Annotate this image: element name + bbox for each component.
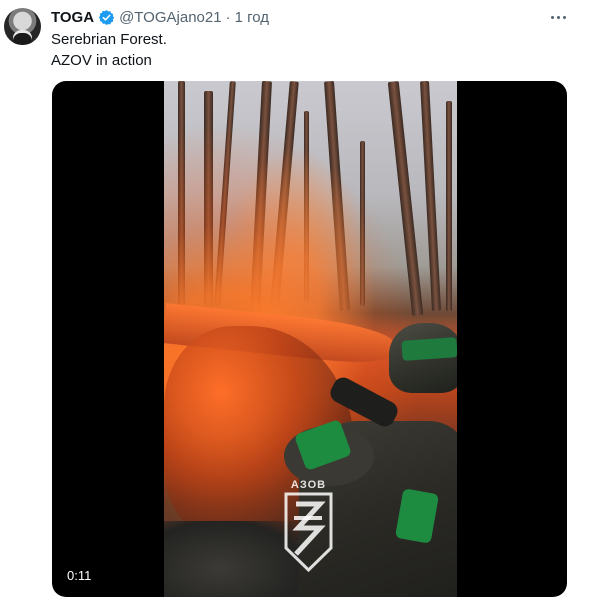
avatar[interactable] <box>4 8 41 45</box>
tweet-text-line: Serebrian Forest. <box>51 31 167 48</box>
azov-logo: АЗОВ <box>282 478 335 574</box>
video-duration: 0:11 <box>67 568 92 583</box>
svg-text:АЗОВ: АЗОВ <box>291 479 326 491</box>
tweet-text: Serebrian Forest. AZOV in action <box>51 29 167 71</box>
separator-dot: · <box>225 8 231 26</box>
tweet-timestamp[interactable]: 1 год <box>235 9 269 26</box>
video-player[interactable]: АЗОВ 0:11 <box>52 81 567 597</box>
tweet-text-line: AZOV in action <box>51 52 152 69</box>
more-options-icon[interactable] <box>548 9 568 25</box>
video-frame[interactable]: АЗОВ <box>164 81 457 597</box>
verified-badge-icon <box>98 9 115 26</box>
tweet-header: TOGA @TOGAjano21 · 1 год <box>51 7 269 27</box>
tweet: TOGA @TOGAjano21 · 1 год Serebrian Fores… <box>0 0 590 603</box>
author-name[interactable]: TOGA <box>51 9 94 26</box>
author-handle[interactable]: @TOGAjano21 <box>119 9 222 26</box>
